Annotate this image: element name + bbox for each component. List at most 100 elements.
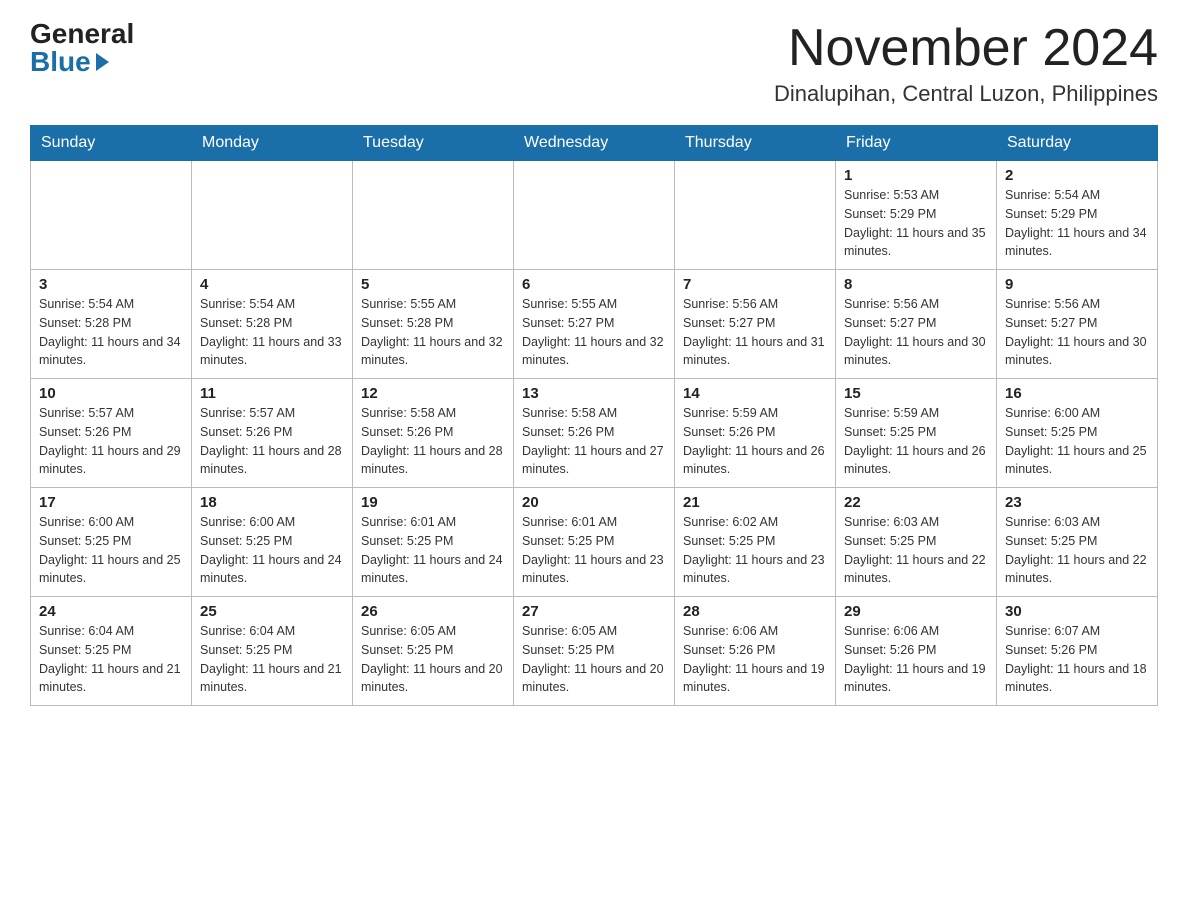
week-row-3: 10 Sunrise: 5:57 AMSunset: 5:26 PMDayligh… xyxy=(31,379,1158,488)
day-number: 29 xyxy=(844,603,988,620)
day-info: Sunrise: 6:05 AMSunset: 5:25 PMDaylight:… xyxy=(522,622,666,697)
day-info: Sunrise: 6:03 AMSunset: 5:25 PMDaylight:… xyxy=(1005,513,1149,588)
month-title: November 2024 xyxy=(774,20,1158,77)
calendar-cell: 16Sunrise: 6:00 AMSunset: 5:25 PMDayligh… xyxy=(997,379,1158,488)
title-area: November 2024 Dinalupihan, Central Luzon… xyxy=(774,20,1158,107)
calendar-cell: 22 Sunrise: 6:03 AMSunset: 5:25 PMDayligh… xyxy=(836,488,997,597)
calendar-cell: 3Sunrise: 5:54 AMSunset: 5:28 PMDaylight… xyxy=(31,270,192,379)
weekday-header-row: SundayMondayTuesdayWednesdayThursdayFrid… xyxy=(31,126,1158,161)
calendar-cell: 26Sunrise: 6:05 AMSunset: 5:25 PMDayligh… xyxy=(353,597,514,706)
logo: General Blue xyxy=(30,20,134,76)
page-header: General Blue November 2024 Dinalupihan, … xyxy=(30,20,1158,107)
calendar-cell: 4 Sunrise: 5:54 AMSunset: 5:28 PMDaylight… xyxy=(192,270,353,379)
day-info: Sunrise: 5:53 AMSunset: 5:29 PMDaylight:… xyxy=(844,186,988,261)
week-row-4: 17 Sunrise: 6:00 AMSunset: 5:25 PMDayligh… xyxy=(31,488,1158,597)
day-number: 1 xyxy=(844,167,988,184)
weekday-header-saturday: Saturday xyxy=(997,126,1158,161)
day-info: Sunrise: 6:04 AMSunset: 5:25 PMDaylight:… xyxy=(200,622,344,697)
day-number: 13 xyxy=(522,385,666,402)
day-number: 14 xyxy=(683,385,827,402)
day-number: 17 xyxy=(39,494,183,511)
day-info: Sunrise: 5:59 AMSunset: 5:26 PMDaylight:… xyxy=(683,404,827,479)
day-number: 21 xyxy=(683,494,827,511)
day-number: 19 xyxy=(361,494,505,511)
day-number: 2 xyxy=(1005,167,1149,184)
day-info: Sunrise: 5:59 AMSunset: 5:25 PMDaylight:… xyxy=(844,404,988,479)
day-info: Sunrise: 6:00 AMSunset: 5:25 PMDaylight:… xyxy=(200,513,344,588)
day-number: 28 xyxy=(683,603,827,620)
calendar-cell: 11 Sunrise: 5:57 AMSunset: 5:26 PMDayligh… xyxy=(192,379,353,488)
calendar-cell: 20 Sunrise: 6:01 AMSunset: 5:25 PMDayligh… xyxy=(514,488,675,597)
calendar-cell: 7 Sunrise: 5:56 AMSunset: 5:27 PMDaylight… xyxy=(675,270,836,379)
calendar-cell: 13 Sunrise: 5:58 AMSunset: 5:26 PMDayligh… xyxy=(514,379,675,488)
calendar-cell: 6 Sunrise: 5:55 AMSunset: 5:27 PMDaylight… xyxy=(514,270,675,379)
weekday-header-thursday: Thursday xyxy=(675,126,836,161)
day-number: 11 xyxy=(200,385,344,402)
day-number: 6 xyxy=(522,276,666,293)
week-row-1: 1 Sunrise: 5:53 AMSunset: 5:29 PMDaylight… xyxy=(31,161,1158,270)
day-info: Sunrise: 5:56 AMSunset: 5:27 PMDaylight:… xyxy=(1005,295,1149,370)
day-number: 25 xyxy=(200,603,344,620)
calendar-cell: 15 Sunrise: 5:59 AMSunset: 5:25 PMDayligh… xyxy=(836,379,997,488)
day-number: 15 xyxy=(844,385,988,402)
day-info: Sunrise: 5:54 AMSunset: 5:28 PMDaylight:… xyxy=(200,295,344,370)
calendar-cell xyxy=(514,161,675,270)
calendar-cell: 1 Sunrise: 5:53 AMSunset: 5:29 PMDaylight… xyxy=(836,161,997,270)
day-info: Sunrise: 6:06 AMSunset: 5:26 PMDaylight:… xyxy=(844,622,988,697)
day-info: Sunrise: 6:00 AMSunset: 5:25 PMDaylight:… xyxy=(39,513,183,588)
calendar-cell: 19 Sunrise: 6:01 AMSunset: 5:25 PMDayligh… xyxy=(353,488,514,597)
calendar-table: SundayMondayTuesdayWednesdayThursdayFrid… xyxy=(30,125,1158,706)
weekday-header-wednesday: Wednesday xyxy=(514,126,675,161)
calendar-cell: 8 Sunrise: 5:56 AMSunset: 5:27 PMDaylight… xyxy=(836,270,997,379)
day-info: Sunrise: 6:07 AMSunset: 5:26 PMDaylight:… xyxy=(1005,622,1149,697)
day-number: 3 xyxy=(39,276,183,293)
day-number: 22 xyxy=(844,494,988,511)
day-info: Sunrise: 6:03 AMSunset: 5:25 PMDaylight:… xyxy=(844,513,988,588)
day-number: 8 xyxy=(844,276,988,293)
calendar-cell: 21 Sunrise: 6:02 AMSunset: 5:25 PMDayligh… xyxy=(675,488,836,597)
day-info: Sunrise: 6:01 AMSunset: 5:25 PMDaylight:… xyxy=(522,513,666,588)
calendar-cell: 5Sunrise: 5:55 AMSunset: 5:28 PMDaylight… xyxy=(353,270,514,379)
weekday-header-monday: Monday xyxy=(192,126,353,161)
day-number: 10 xyxy=(39,385,183,402)
day-info: Sunrise: 5:56 AMSunset: 5:27 PMDaylight:… xyxy=(844,295,988,370)
calendar-cell: 30 Sunrise: 6:07 AMSunset: 5:26 PMDayligh… xyxy=(997,597,1158,706)
weekday-header-friday: Friday xyxy=(836,126,997,161)
calendar-cell: 27 Sunrise: 6:05 AMSunset: 5:25 PMDayligh… xyxy=(514,597,675,706)
calendar-cell: 14 Sunrise: 5:59 AMSunset: 5:26 PMDayligh… xyxy=(675,379,836,488)
day-number: 23 xyxy=(1005,494,1149,511)
week-row-2: 3 Sunrise: 5:54 AMSunset: 5:28 PMDaylight… xyxy=(31,270,1158,379)
day-number: 20 xyxy=(522,494,666,511)
day-number: 12 xyxy=(361,385,505,402)
day-info: Sunrise: 6:06 AMSunset: 5:26 PMDaylight:… xyxy=(683,622,827,697)
weekday-header-sunday: Sunday xyxy=(31,126,192,161)
day-info: Sunrise: 5:56 AMSunset: 5:27 PMDaylight:… xyxy=(683,295,827,370)
day-number: 4 xyxy=(200,276,344,293)
day-number: 24 xyxy=(39,603,183,620)
day-info: Sunrise: 6:05 AMSunset: 5:25 PMDaylight:… xyxy=(361,622,505,697)
calendar-cell xyxy=(31,161,192,270)
calendar-cell: 9Sunrise: 5:56 AMSunset: 5:27 PMDaylight… xyxy=(997,270,1158,379)
calendar-cell: 10 Sunrise: 5:57 AMSunset: 5:26 PMDayligh… xyxy=(31,379,192,488)
calendar-cell: 29 Sunrise: 6:06 AMSunset: 5:26 PMDayligh… xyxy=(836,597,997,706)
day-info: Sunrise: 5:55 AMSunset: 5:27 PMDaylight:… xyxy=(522,295,666,370)
calendar-cell xyxy=(353,161,514,270)
calendar-cell xyxy=(192,161,353,270)
day-number: 27 xyxy=(522,603,666,620)
logo-triangle-icon xyxy=(96,53,109,71)
day-info: Sunrise: 6:02 AMSunset: 5:25 PMDaylight:… xyxy=(683,513,827,588)
day-info: Sunrise: 5:54 AMSunset: 5:29 PMDaylight:… xyxy=(1005,186,1149,261)
day-info: Sunrise: 5:58 AMSunset: 5:26 PMDaylight:… xyxy=(522,404,666,479)
day-number: 30 xyxy=(1005,603,1149,620)
calendar-cell: 24Sunrise: 6:04 AMSunset: 5:25 PMDayligh… xyxy=(31,597,192,706)
day-info: Sunrise: 6:00 AMSunset: 5:25 PMDaylight:… xyxy=(1005,404,1149,479)
day-info: Sunrise: 6:01 AMSunset: 5:25 PMDaylight:… xyxy=(361,513,505,588)
day-number: 5 xyxy=(361,276,505,293)
day-info: Sunrise: 5:58 AMSunset: 5:26 PMDaylight:… xyxy=(361,404,505,479)
logo-general: General xyxy=(30,20,134,48)
day-info: Sunrise: 5:57 AMSunset: 5:26 PMDaylight:… xyxy=(39,404,183,479)
day-info: Sunrise: 5:57 AMSunset: 5:26 PMDaylight:… xyxy=(200,404,344,479)
calendar-cell: 18Sunrise: 6:00 AMSunset: 5:25 PMDayligh… xyxy=(192,488,353,597)
day-number: 7 xyxy=(683,276,827,293)
location-title: Dinalupihan, Central Luzon, Philippines xyxy=(774,81,1158,107)
